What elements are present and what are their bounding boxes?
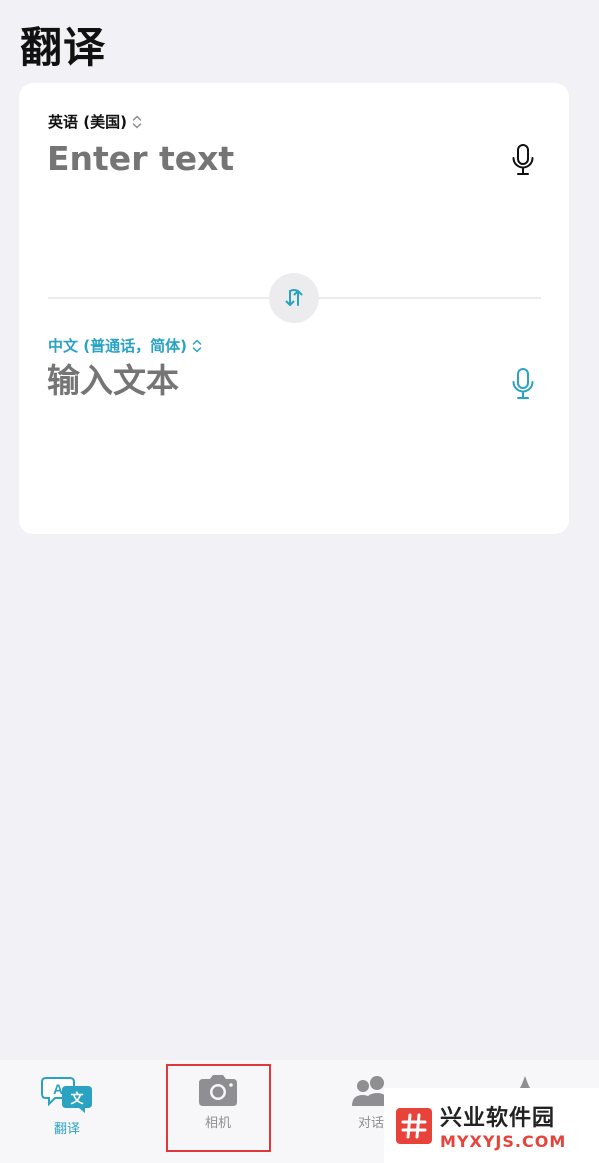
translation-card: 英语 (美国) 中文 (普通话，简体): [19, 83, 569, 534]
chevron-updown-icon: [192, 339, 202, 352]
page-title: 翻译: [20, 23, 107, 72]
tab-label: 翻译: [53, 1122, 80, 1137]
source-language-selector[interactable]: 英语 (美国): [48, 111, 142, 132]
microphone-icon[interactable]: [510, 143, 536, 177]
target-language-selector[interactable]: 中文 (普通话，简体): [48, 335, 202, 356]
watermark: 兴业软件园 MYXYJS.COM: [384, 1088, 599, 1163]
source-text-input[interactable]: [47, 139, 487, 178]
microphone-icon[interactable]: [510, 367, 536, 401]
svg-text:文: 文: [70, 1091, 84, 1107]
highlight-box: [166, 1064, 271, 1152]
swap-icon: [285, 289, 303, 306]
watermark-logo-icon: [396, 1107, 432, 1144]
translate-icon: A 文: [41, 1077, 92, 1113]
watermark-title: 兴业软件园: [440, 1106, 556, 1131]
swap-languages-button[interactable]: [269, 273, 319, 323]
watermark-subtitle: MYXYJS.COM: [440, 1132, 567, 1151]
target-text-input[interactable]: [47, 361, 487, 400]
tab-label: 对话: [357, 1116, 384, 1131]
source-language-label: 英语 (美国): [48, 113, 127, 131]
svg-text:A: A: [53, 1081, 63, 1097]
tab-translate[interactable]: A 文 翻译: [12, 1074, 122, 1149]
target-language-label: 中文 (普通话，简体): [48, 337, 187, 355]
chevron-updown-icon: [132, 115, 142, 128]
